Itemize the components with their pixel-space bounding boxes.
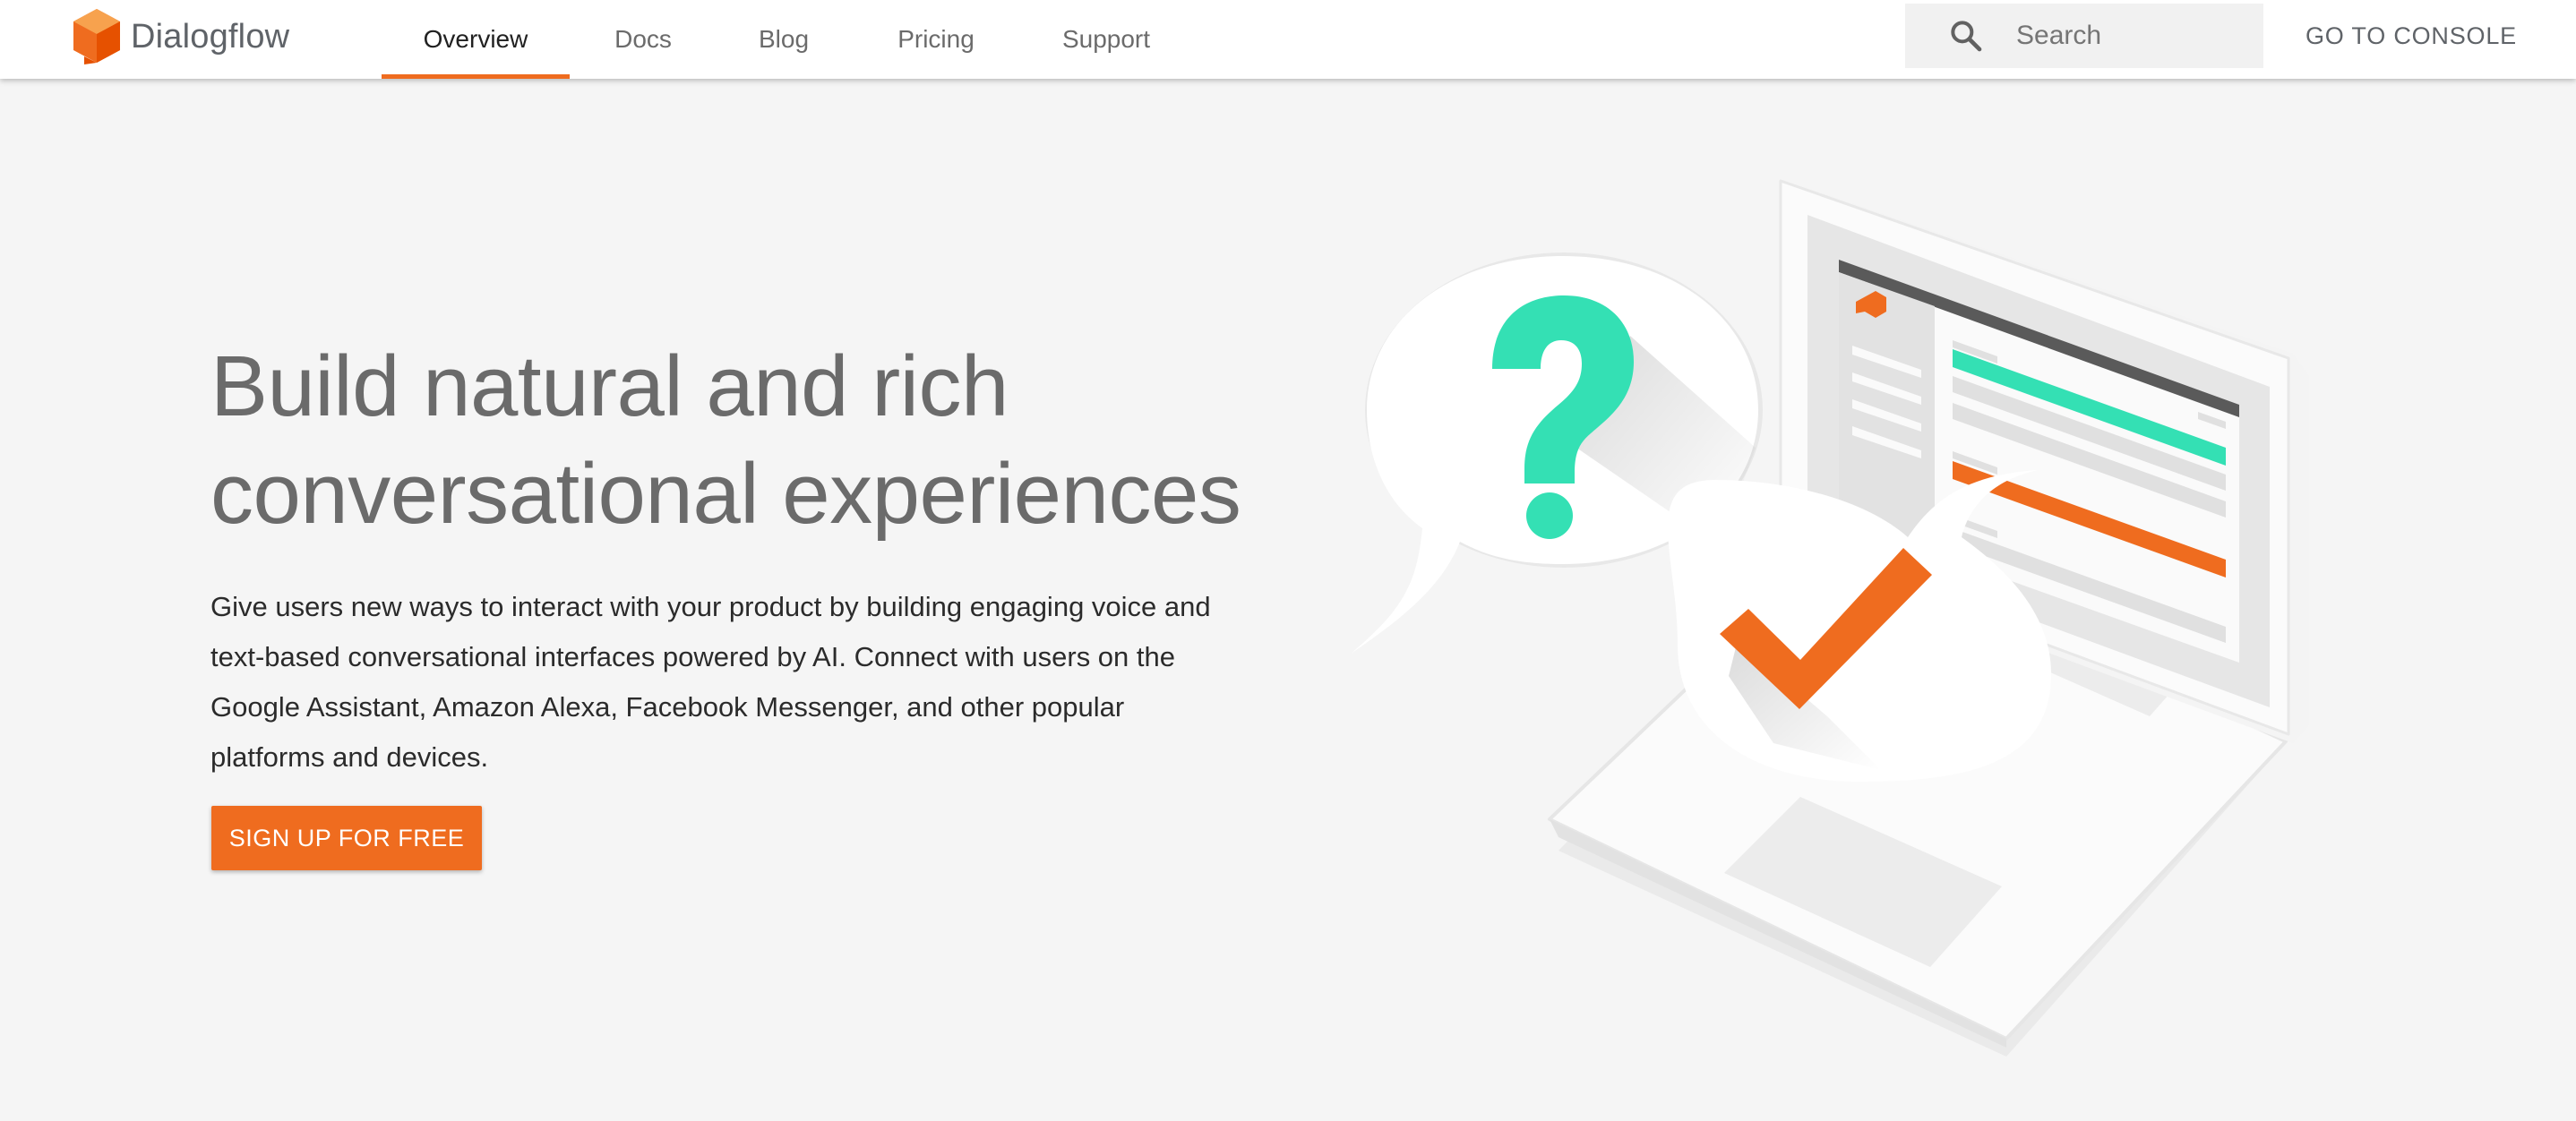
- brand-home-link[interactable]: Dialogflow: [72, 5, 289, 68]
- hero-description-line: Google Assistant, Amazon Alexa, Facebook…: [210, 691, 1125, 723]
- dialogflow-cube-icon: [73, 9, 120, 64]
- nav-support[interactable]: Support: [1021, 0, 1191, 79]
- primary-nav: Overview Docs Blog Pricing Support: [382, 0, 1191, 79]
- hero-title: Build natural and rich conversational ex…: [210, 333, 1339, 548]
- hero-description-line: Give users new ways to interact with you…: [210, 591, 1211, 622]
- nav-pricing[interactable]: Pricing: [851, 0, 1021, 79]
- hero-description-line: text-based conversational interfaces pow…: [210, 641, 1175, 672]
- sign-up-button[interactable]: SIGN UP FOR FREE: [211, 806, 482, 870]
- top-navigation-bar: Dialogflow Overview Docs Blog Pricing Su…: [0, 0, 2576, 79]
- hero-illustration: [1351, 179, 2309, 1057]
- nav-blog[interactable]: Blog: [717, 0, 851, 79]
- nav-overview[interactable]: Overview: [382, 0, 570, 79]
- hero-title-line-1: Build natural and rich: [210, 338, 1009, 434]
- hero-title-line-2: conversational experiences: [210, 446, 1241, 542]
- search-icon[interactable]: [1948, 18, 1984, 54]
- search-input[interactable]: [2016, 21, 2249, 51]
- brand-name: Dialogflow: [131, 17, 290, 56]
- go-to-console-link[interactable]: GO TO CONSOLE: [2306, 0, 2517, 72]
- hero-description: Give users new ways to interact with you…: [210, 582, 1294, 783]
- nav-docs[interactable]: Docs: [570, 0, 717, 79]
- search-box[interactable]: [1905, 4, 2263, 68]
- hero-description-line: platforms and devices.: [210, 741, 489, 773]
